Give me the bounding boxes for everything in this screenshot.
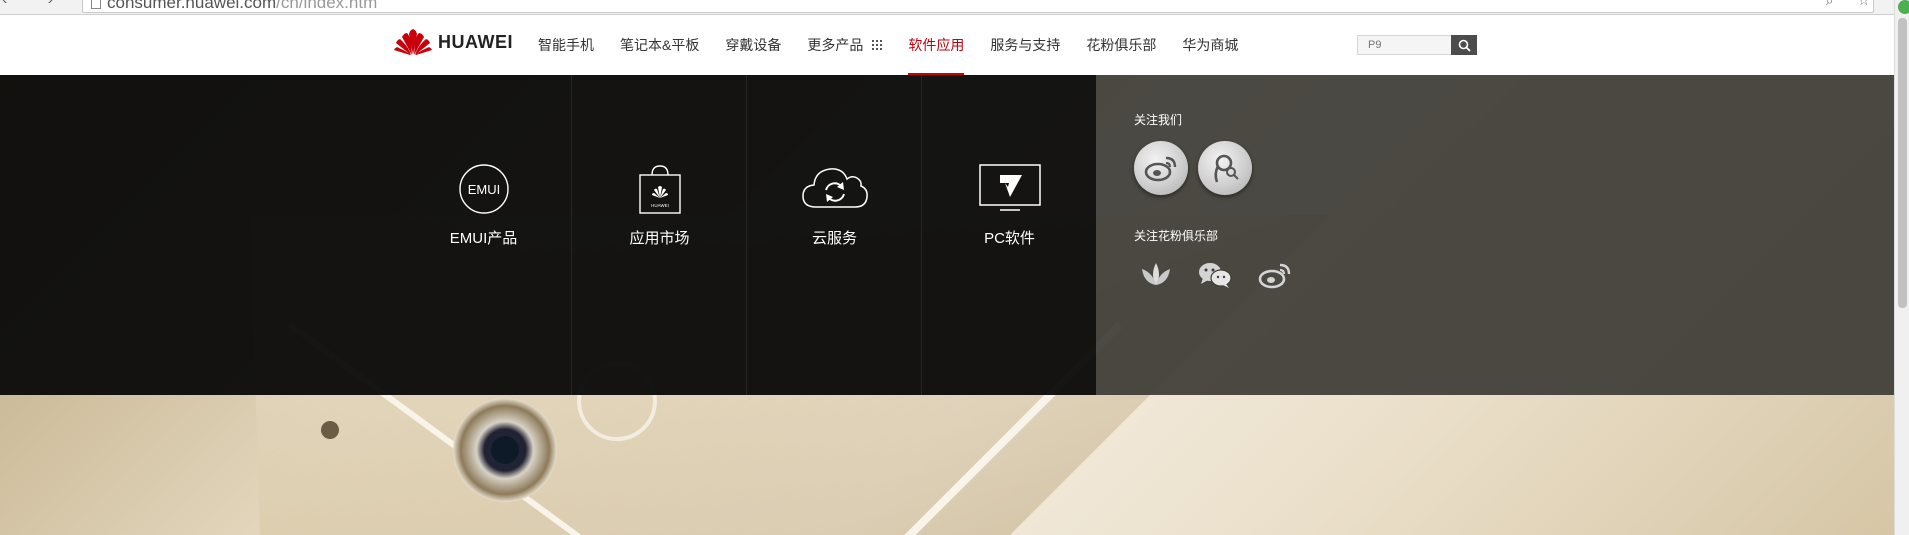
svg-text:EMUI: EMUI <box>467 182 500 197</box>
weibo-icon <box>1258 263 1291 289</box>
scrollbar-thumb[interactable] <box>1898 18 1907 308</box>
club-lotus-button[interactable] <box>1140 261 1172 292</box>
main-nav: 智能手机 笔记本&平板 穿戴设备 更多产品 软件应用 服务与支持 花粉俱乐部 华… <box>538 15 1264 75</box>
software-dropdown-panel: EMUI EMUI产品 HUAWEI 应用市场 云服务 PC软件 关注我们 关注… <box>0 75 1894 395</box>
app-market-bag-icon: HUAWEI <box>637 163 683 220</box>
dropdown-follow-area: 关注我们 关注花粉俱乐部 <box>1096 75 1894 395</box>
browser-tool-icons[interactable]: ⌕ ☆ <box>1826 0 1880 9</box>
dropdown-item-label: PC软件 <box>984 230 1035 247</box>
dropdown-item-label: 应用市场 <box>629 230 690 247</box>
dropdown-item-label: EMUI产品 <box>449 230 518 247</box>
dropdown-item-cloud-service[interactable]: 云服务 <box>746 75 922 395</box>
weibo-icon <box>1144 156 1177 182</box>
pc-monitor-icon <box>978 163 1042 218</box>
nav-item-service-support[interactable]: 服务与支持 <box>990 15 1060 75</box>
nav-item-laptops-tablets[interactable]: 笔记本&平板 <box>620 15 699 75</box>
search-box <box>1357 35 1477 55</box>
follow-club-title: 关注花粉俱乐部 <box>1134 229 1219 243</box>
lotus-icon <box>1142 263 1170 285</box>
emui-icon: EMUI <box>458 163 510 220</box>
huawei-logo[interactable]: HUAWEI <box>394 27 513 57</box>
cloud-sync-icon <box>800 163 870 216</box>
follow-us-title: 关注我们 <box>1134 113 1183 127</box>
club-wechat-button[interactable] <box>1198 262 1232 293</box>
browser-url-field[interactable]: consumer.huawei.com/cn/index.htm <box>82 0 1874 13</box>
grid-icon <box>872 40 883 50</box>
dropdown-item-label: 云服务 <box>811 230 857 247</box>
nav-item-fan-club[interactable]: 花粉俱乐部 <box>1086 15 1156 75</box>
tencent-weibo-follow-button[interactable] <box>1198 141 1252 195</box>
nav-item-smartphones[interactable]: 智能手机 <box>538 15 594 75</box>
browser-url: consumer.huawei.com/cn/index.htm <box>107 0 378 12</box>
site-header: HUAWEI 智能手机 笔记本&平板 穿戴设备 更多产品 软件应用 服务与支持 … <box>0 15 1894 75</box>
nav-item-vmall[interactable]: 华为商城 <box>1182 15 1238 75</box>
search-button[interactable] <box>1451 35 1477 55</box>
page-icon <box>91 0 101 9</box>
dropdown-products-area: EMUI EMUI产品 HUAWEI 应用市场 云服务 PC软件 <box>0 75 1096 395</box>
wechat-icon <box>1199 263 1232 288</box>
nav-item-more-products[interactable]: 更多产品 <box>807 15 883 75</box>
browser-nav-icons[interactable]: ‹ › <box>2 0 71 9</box>
dropdown-item-emui[interactable]: EMUI EMUI产品 <box>396 75 571 395</box>
nav-item-wearables[interactable]: 穿戴设备 <box>725 15 781 75</box>
page-scrollbar[interactable] <box>1894 0 1909 535</box>
dropdown-item-pc-software[interactable]: PC软件 <box>921 75 1097 395</box>
search-icon <box>1458 39 1471 52</box>
huawei-flower-icon <box>394 29 432 55</box>
weibo-follow-button[interactable] <box>1134 141 1188 195</box>
brand-wordmark: HUAWEI <box>438 31 513 52</box>
browser-address-bar: ‹ › consumer.huawei.com/cn/index.htm ⌕ ☆ <box>0 0 1894 15</box>
browser-extension-icon[interactable] <box>1898 0 1909 14</box>
tencent-weibo-icon <box>1214 154 1239 183</box>
svg-text:HUAWEI: HUAWEI <box>651 203 669 208</box>
nav-item-software-apps[interactable]: 软件应用 <box>908 15 965 75</box>
club-weibo-button[interactable] <box>1258 261 1292 294</box>
dropdown-item-app-market[interactable]: HUAWEI 应用市场 <box>571 75 747 395</box>
search-input[interactable] <box>1357 35 1451 55</box>
